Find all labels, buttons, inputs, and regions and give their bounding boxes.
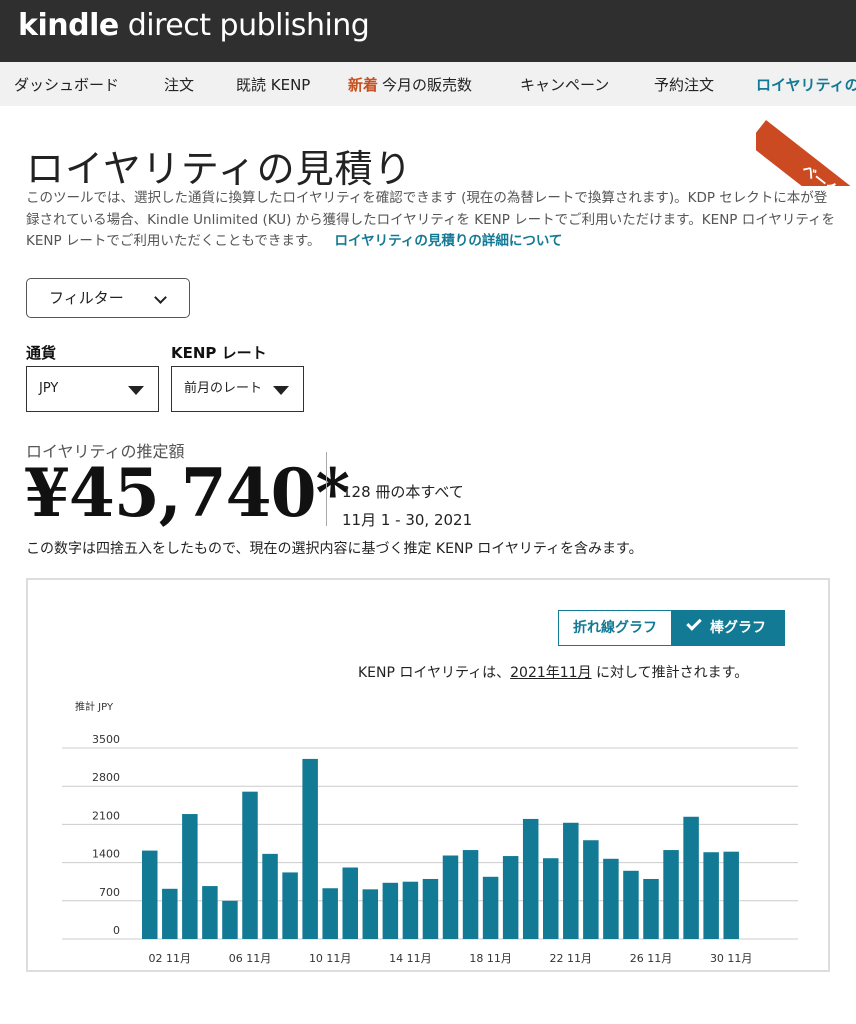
nav-dashboard[interactable]: ダッシュボード	[14, 74, 119, 95]
bar-chart: 推計 JPY 0 700 1400 2100 2800 3500 02 11月 06 11月 10…	[62, 700, 798, 965]
y-tick-label: 700	[99, 886, 120, 899]
new-badge: 新着	[348, 76, 379, 94]
filter-button[interactable]: フィルター	[26, 278, 190, 318]
nav-month-sales[interactable]: 新着 今月の販売数	[348, 74, 472, 95]
chart-bar[interactable]	[402, 881, 419, 939]
chart-bar[interactable]	[182, 814, 198, 939]
nav-preorder[interactable]: 予約注文	[654, 74, 714, 95]
chart-bar[interactable]	[522, 818, 539, 939]
y-tick-label: 2800	[92, 771, 120, 784]
nav-orders[interactable]: 注文	[164, 74, 194, 95]
y-tick-label: 1400	[92, 848, 120, 861]
chart-bar[interactable]	[583, 840, 599, 939]
x-tick-label: 18 11月	[469, 952, 512, 965]
chart-bar[interactable]	[422, 878, 439, 939]
main-nav: ダッシュボード 注文 既読 KENP 新着 今月の販売数 キャンペーン 予約注文 …	[0, 62, 856, 106]
caret-down-icon	[273, 386, 289, 395]
x-tick-label: 30 11月	[710, 952, 753, 965]
x-tick-label: 10 11月	[309, 952, 352, 965]
chart-bar[interactable]	[242, 791, 258, 939]
chart-bar[interactable]	[623, 870, 639, 939]
divider	[326, 452, 327, 526]
y-tick-label: 2100	[92, 809, 120, 822]
date-range: 11月 1 - 30, 2021	[342, 511, 473, 529]
chart-bar[interactable]	[362, 889, 379, 939]
rounding-note: この数字は四捨五入をしたもので、現在の選択内容に基づく推定 KENP ロイヤリテ…	[26, 541, 643, 557]
royalty-amount: ¥45,740*	[24, 454, 350, 532]
book-count: 128 冊の本すべて	[342, 483, 464, 501]
beta-ribbon: ベータ	[756, 120, 856, 186]
chart-bar[interactable]	[723, 851, 739, 939]
chart-bar[interactable]	[162, 888, 178, 939]
caret-down-icon	[128, 386, 144, 395]
chart-bar[interactable]	[342, 867, 359, 939]
chart-bar[interactable]	[663, 850, 679, 939]
x-tick-label: 02 11月	[149, 952, 192, 965]
details-link[interactable]: ロイヤリティの見積りの詳細について	[335, 233, 563, 249]
currency-select[interactable]: JPY	[26, 366, 159, 412]
chart-bar[interactable]	[643, 878, 659, 939]
x-tick-label: 14 11月	[389, 952, 432, 965]
currency-label: 通貨	[26, 344, 57, 362]
x-tick-label: 06 11月	[229, 952, 272, 965]
y-axis-label: 推計 JPY	[75, 700, 114, 713]
chart-bar[interactable]	[382, 882, 399, 939]
kenp-rate-label: KENP レート	[171, 344, 267, 362]
top-header-bar: kindle direct publishing	[0, 0, 856, 62]
nav-campaign[interactable]: キャンペーン	[520, 74, 609, 95]
chart-bar[interactable]	[683, 816, 699, 939]
chart-bar[interactable]	[502, 856, 519, 939]
chart-bar[interactable]	[442, 855, 459, 939]
chart-bar[interactable]	[202, 886, 218, 939]
chart-bar[interactable]	[603, 858, 619, 939]
chart-bar[interactable]	[462, 850, 479, 939]
chart-bar[interactable]	[142, 850, 158, 939]
x-tick-label: 26 11月	[630, 952, 673, 965]
x-tick-label: 22 11月	[550, 952, 593, 965]
chart-bar[interactable]	[703, 852, 719, 939]
kdp-logo[interactable]: kindle direct publishing	[18, 8, 370, 43]
nav-kenp-read[interactable]: 既読 KENP	[236, 74, 310, 95]
chart-bar[interactable]	[322, 888, 338, 939]
chart-bar[interactable]	[222, 900, 238, 939]
nav-royalty-estimator[interactable]: ロイヤリティの	[756, 74, 856, 95]
chart-panel: 折れ線グラフ 棒グラフ KENP ロイヤリティは、2021年11月 に対して推計…	[26, 578, 830, 972]
chart-bar[interactable]	[482, 876, 499, 939]
page-description: このツールでは、選択した通貨に換算したロイヤリティを確認できます (現在の為替レ…	[26, 190, 836, 249]
kenp-rate-select[interactable]: 前月のレート	[171, 366, 304, 412]
y-tick-label: 0	[113, 924, 120, 937]
chart-bar[interactable]	[302, 758, 318, 939]
page-title: ロイヤリティの見積り	[26, 147, 413, 191]
chart-bar[interactable]	[262, 853, 278, 939]
chart-bar[interactable]	[563, 822, 579, 939]
y-tick-label: 3500	[92, 733, 120, 746]
chart-bar[interactable]	[543, 858, 559, 939]
chevron-down-icon	[154, 291, 167, 304]
chart-bar[interactable]	[282, 872, 298, 939]
beta-ribbon-container: ベータ	[756, 106, 856, 186]
